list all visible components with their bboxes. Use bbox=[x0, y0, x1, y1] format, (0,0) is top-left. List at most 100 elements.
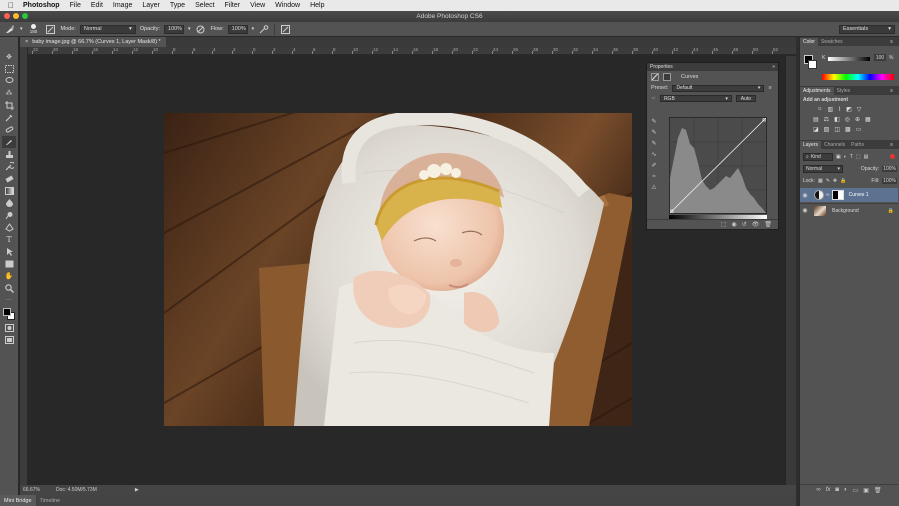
dropdown-arrow-icon[interactable]: ▾ bbox=[188, 26, 191, 32]
filter-toggle-icon[interactable] bbox=[890, 154, 895, 159]
more-tools-icon[interactable]: ··· bbox=[2, 295, 16, 306]
filter-adjustment-icon[interactable]: ◐ bbox=[844, 154, 847, 160]
document-tab[interactable]: × baby image.jpg @ 66.7% (Curves 1, Laye… bbox=[20, 37, 166, 47]
k-value[interactable]: 100 bbox=[874, 54, 886, 61]
layer-name[interactable]: Background bbox=[832, 208, 859, 214]
brightness-contrast-icon[interactable]: ☼ bbox=[817, 106, 823, 113]
new-layer-icon[interactable]: ▣ bbox=[863, 487, 869, 494]
vertical-ruler[interactable] bbox=[20, 47, 28, 485]
pen-tool-icon[interactable] bbox=[2, 222, 16, 233]
menu-edit[interactable]: Edit bbox=[91, 2, 103, 9]
tab-mini-bridge[interactable]: Mini Bridge bbox=[0, 495, 36, 506]
levels-icon[interactable]: ▥ bbox=[828, 106, 834, 113]
posterize-icon[interactable]: ▨ bbox=[824, 126, 830, 133]
clipping-warning-icon[interactable]: ⚠ bbox=[649, 183, 659, 192]
zoom-window-button[interactable] bbox=[22, 13, 28, 19]
doc-size[interactable]: Doc: 4.50M/5.73M bbox=[56, 487, 97, 493]
lock-all-icon[interactable]: 🔒 bbox=[840, 178, 846, 184]
visibility-eye-icon[interactable]: 👁 bbox=[752, 221, 760, 228]
delete-layer-icon[interactable]: 🗑 bbox=[874, 487, 882, 494]
type-tool-icon[interactable]: T bbox=[2, 234, 16, 245]
clone-stamp-tool-icon[interactable] bbox=[2, 149, 16, 160]
trash-icon[interactable]: 🗑 bbox=[764, 221, 772, 228]
mode-select[interactable]: Normal ▾ bbox=[79, 24, 136, 34]
path-selection-tool-icon[interactable] bbox=[2, 246, 16, 257]
draw-curve-pencil-icon[interactable]: ✐ bbox=[649, 161, 659, 170]
flow-field[interactable]: 100% bbox=[227, 24, 248, 34]
properties-panel-header[interactable]: Properties » bbox=[647, 63, 778, 71]
status-menu-arrow-icon[interactable]: ▶ bbox=[135, 487, 139, 493]
filter-type-icon[interactable]: T bbox=[850, 154, 853, 160]
close-window-button[interactable] bbox=[4, 13, 10, 19]
airbrush-icon[interactable] bbox=[258, 23, 270, 35]
horizontal-ruler[interactable]: 22 20 18 16 14 12 10 8 6 4 2 0 2 4 6 8 10 12 14 16 18 20 22 24 2… bbox=[28, 47, 796, 55]
layer-row-curves[interactable]: ◉ ∞ Curves 1 bbox=[800, 188, 898, 202]
brush-size-picker[interactable]: 180 bbox=[27, 23, 41, 36]
vibrance-icon[interactable]: ▽ bbox=[857, 106, 862, 113]
panel-menu-icon[interactable]: ≡ bbox=[887, 38, 896, 46]
menu-select[interactable]: Select bbox=[195, 2, 214, 9]
tab-paths[interactable]: Paths bbox=[848, 141, 867, 149]
auto-button[interactable]: Auto bbox=[735, 95, 756, 102]
curves-adjustment-icon[interactable] bbox=[651, 73, 659, 81]
layer-mask-thumbnail[interactable] bbox=[831, 190, 844, 200]
color-swatches-icon[interactable] bbox=[2, 307, 16, 321]
black-point-eyedropper-icon[interactable]: ✎ bbox=[649, 117, 659, 126]
document-photo[interactable] bbox=[164, 113, 632, 426]
history-brush-tool-icon[interactable] bbox=[2, 161, 16, 172]
quick-selection-tool-icon[interactable]: ⁂ bbox=[2, 88, 16, 99]
menu-image[interactable]: Image bbox=[113, 2, 132, 9]
filter-shape-icon[interactable]: ⬚ bbox=[856, 154, 861, 160]
zoom-tool-icon[interactable] bbox=[2, 283, 16, 294]
white-point-eyedropper-icon[interactable]: ✎ bbox=[649, 139, 659, 148]
tab-styles[interactable]: Styles bbox=[834, 87, 854, 95]
color-lookup-icon[interactable]: ▦ bbox=[865, 116, 871, 123]
blend-mode-select[interactable]: Normal ▾ bbox=[803, 164, 843, 173]
eye-icon[interactable]: ◉ bbox=[800, 207, 810, 214]
eyedropper-tool-icon[interactable] bbox=[2, 112, 16, 123]
panel-menu-icon[interactable]: ≡ bbox=[887, 141, 896, 149]
zoom-level[interactable]: 66.67% bbox=[23, 487, 40, 493]
edit-points-curve-icon[interactable]: ∿ bbox=[649, 150, 659, 159]
marquee-tool-icon[interactable] bbox=[2, 63, 16, 74]
dodge-tool-icon[interactable] bbox=[2, 209, 16, 220]
tab-layers[interactable]: Layers bbox=[800, 141, 822, 149]
k-slider[interactable] bbox=[828, 57, 870, 61]
quick-mask-icon[interactable] bbox=[2, 322, 16, 333]
rectangle-tool-icon[interactable] bbox=[2, 258, 16, 269]
collapse-icon[interactable]: » bbox=[772, 64, 775, 70]
reset-icon[interactable]: ↺ bbox=[742, 221, 747, 228]
new-adjustment-icon[interactable]: ◐ bbox=[844, 487, 848, 493]
pressure-size-icon[interactable] bbox=[279, 23, 291, 35]
exposure-icon[interactable]: ◩ bbox=[846, 106, 852, 113]
tab-channels[interactable]: Channels bbox=[821, 141, 848, 149]
menu-file[interactable]: File bbox=[70, 2, 81, 9]
eraser-tool-icon[interactable] bbox=[2, 173, 16, 184]
blur-tool-icon[interactable] bbox=[2, 197, 16, 208]
hue-saturation-icon[interactable]: ▤ bbox=[813, 116, 819, 123]
chain-link-icon[interactable]: ∞ bbox=[826, 192, 830, 198]
menu-layer[interactable]: Layer bbox=[142, 2, 160, 9]
preset-select[interactable]: Default ▾ bbox=[672, 84, 765, 92]
target-adjust-icon[interactable]: ☜ bbox=[651, 96, 656, 102]
lasso-tool-icon[interactable] bbox=[2, 75, 16, 86]
gradient-map-icon[interactable]: ▭ bbox=[856, 126, 862, 133]
preset-menu-icon[interactable]: ≡ bbox=[768, 85, 771, 91]
brush-tool-icon[interactable] bbox=[2, 136, 16, 148]
channel-mixer-icon[interactable]: ⊕ bbox=[855, 116, 860, 123]
view-previous-state-icon[interactable]: ◉ bbox=[731, 221, 736, 228]
layer-mask-tab-icon[interactable] bbox=[663, 73, 671, 81]
move-tool-icon[interactable]: ✥ bbox=[2, 51, 16, 62]
tab-adjustments[interactable]: Adjustments bbox=[800, 87, 834, 95]
add-mask-icon[interactable]: ◙ bbox=[835, 487, 839, 493]
tab-color[interactable]: Color bbox=[800, 38, 818, 46]
document-tab-close[interactable]: × bbox=[25, 39, 28, 45]
curves-icon[interactable]: ⌇ bbox=[838, 106, 841, 113]
screen-mode-icon[interactable] bbox=[2, 334, 16, 345]
black-white-icon[interactable]: ◧ bbox=[834, 116, 840, 123]
link-layers-icon[interactable]: ∞ bbox=[816, 487, 820, 493]
selective-color-icon[interactable]: ▩ bbox=[845, 126, 851, 133]
menu-help[interactable]: Help bbox=[310, 2, 324, 9]
layer-style-icon[interactable]: fx bbox=[826, 487, 831, 493]
menu-view[interactable]: View bbox=[250, 2, 265, 9]
